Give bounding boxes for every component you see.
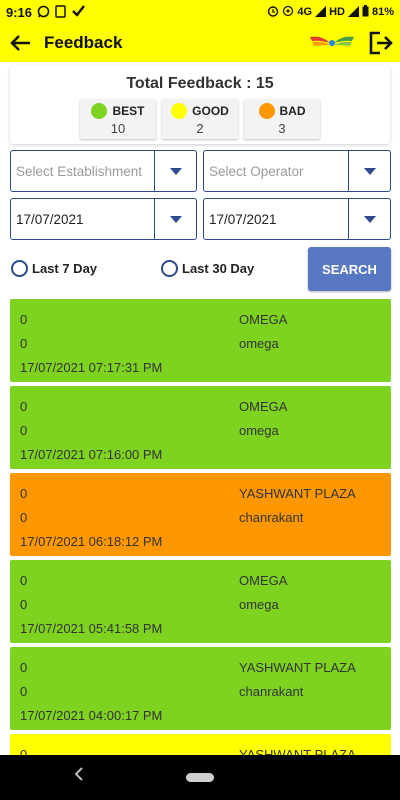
bad-dot-icon — [258, 103, 275, 119]
network-label: HD — [329, 6, 345, 18]
feedback-operator: omega — [239, 597, 279, 612]
feedback-establishment: YASHWANT PLAZA — [239, 660, 356, 675]
feedback-establishment: OMEGA — [239, 312, 288, 327]
signal-label: 4G — [297, 6, 313, 18]
logout-icon — [369, 31, 393, 55]
establishment-dropdown-button[interactable] — [154, 151, 196, 191]
from-date-text: 17/07/2021 — [16, 211, 84, 227]
count-value: 3 — [278, 121, 286, 136]
feedback-number: 0 — [20, 423, 28, 438]
count-value: 2 — [196, 121, 204, 136]
search-button[interactable]: SEARCH — [308, 247, 391, 291]
radio-last-7-label: Last 7 Day — [32, 261, 98, 276]
count-label: GOOD — [192, 104, 229, 118]
app-logo — [308, 31, 356, 55]
list-item[interactable]: 0 OMEGA 0 omega 17/07/2021 07:17:31 PM — [10, 299, 391, 382]
feedback-number: 0 — [20, 597, 28, 612]
signal-icon-2 — [347, 5, 359, 19]
feedback-timestamp: 17/07/2021 05:41:58 PM — [20, 621, 163, 636]
to-date-dropdown-button[interactable] — [348, 199, 390, 239]
page-title: Feedback — [44, 33, 123, 52]
radio-unchecked-icon — [161, 260, 178, 277]
feedback-operator: omega — [239, 336, 279, 351]
feedback-number: 0 — [20, 336, 28, 351]
feedback-establishment: OMEGA — [239, 399, 288, 414]
feedback-timestamp: 17/07/2021 06:18:12 PM — [20, 534, 163, 549]
establishment-select-text: Select Establishment — [16, 163, 143, 179]
nav-back-button[interactable] — [74, 767, 84, 786]
feedback-timestamp: 17/07/2021 07:16:00 PM — [20, 447, 163, 462]
list-item[interactable]: 0 YASHWANT PLAZA 0 chanrakant 17/07/2021… — [10, 647, 391, 730]
radio-unchecked-icon — [11, 260, 28, 277]
check-icon — [71, 4, 85, 20]
system-nav-bar — [0, 755, 400, 800]
list-item[interactable]: 0 YASHWANT PLAZA — [10, 734, 391, 755]
chevron-down-icon — [363, 167, 376, 175]
chevron-down-icon — [363, 215, 376, 223]
feedback-rating: 0 — [20, 399, 28, 414]
feedback-list[interactable]: 0 OMEGA 0 omega 17/07/2021 07:17:31 PM 0… — [10, 299, 391, 755]
arrow-left-icon — [10, 35, 30, 51]
alarm-icon — [267, 5, 279, 19]
count-bad: BAD 3 — [244, 99, 320, 139]
feedback-number: 0 — [20, 684, 28, 699]
count-value: 10 — [110, 121, 126, 136]
list-item[interactable]: 0 OMEGA 0 omega 17/07/2021 07:16:00 PM — [10, 386, 391, 469]
feedback-timestamp: 17/07/2021 04:00:17 PM — [20, 708, 163, 723]
feedback-number: 0 — [20, 510, 28, 525]
whatsapp-icon — [37, 5, 50, 20]
list-item[interactable]: 0 OMEGA 0 omega 17/07/2021 05:41:58 PM — [10, 560, 391, 643]
nav-home-button[interactable] — [186, 773, 214, 782]
radio-last-7-days[interactable]: Last 7 Day — [11, 260, 97, 277]
operator-select-text: Select Operator — [209, 163, 304, 179]
good-dot-icon — [171, 103, 188, 119]
feedback-rating: 0 — [20, 747, 28, 755]
rating-counts: BEST 10 GOOD 2 BAD 3 — [10, 99, 390, 139]
count-best: BEST 10 — [80, 99, 156, 139]
feedback-establishment: OMEGA — [239, 573, 288, 588]
notification-icon — [55, 4, 66, 20]
to-date-select[interactable]: 17/07/2021 — [203, 198, 391, 240]
status-bar: 9:16 4G HD 81% — [0, 0, 400, 24]
battery-label: 81% — [371, 6, 394, 18]
feedback-rating: 0 — [20, 573, 28, 588]
chevron-left-icon — [74, 767, 83, 781]
establishment-select[interactable]: Select Establishment — [10, 150, 197, 192]
feedback-rating: 0 — [20, 486, 28, 501]
count-good: GOOD 2 — [162, 99, 238, 139]
feedback-operator: chanrakant — [239, 510, 304, 525]
count-label: BAD — [279, 104, 306, 118]
feedback-establishment: YASHWANT PLAZA — [239, 486, 356, 501]
app-bar: Feedback — [0, 24, 400, 62]
feedback-establishment: YASHWANT PLAZA — [239, 747, 356, 755]
from-date-dropdown-button[interactable] — [154, 199, 196, 239]
radio-last-30-label: Last 30 Day — [182, 261, 255, 276]
hotspot-icon — [282, 5, 294, 19]
best-dot-icon — [91, 103, 108, 119]
logout-button[interactable] — [366, 29, 394, 57]
feedback-summary-card: Total Feedback : 15 BEST 10 GOOD 2 BAD 3 — [10, 66, 390, 144]
battery-icon — [362, 5, 369, 19]
chevron-down-icon — [169, 215, 182, 223]
feedback-rating: 0 — [20, 312, 28, 327]
chevron-down-icon — [169, 167, 182, 175]
operator-select[interactable]: Select Operator — [203, 150, 391, 192]
feedback-operator: omega — [239, 423, 279, 438]
feedback-timestamp: 17/07/2021 07:17:31 PM — [20, 360, 163, 375]
list-item[interactable]: 0 YASHWANT PLAZA 0 chanrakant 17/07/2021… — [10, 473, 391, 556]
to-date-text: 17/07/2021 — [209, 211, 277, 227]
from-date-select[interactable]: 17/07/2021 — [10, 198, 197, 240]
total-feedback-label: Total Feedback : 15 — [126, 75, 274, 92]
signal-icon — [315, 5, 327, 19]
operator-dropdown-button[interactable] — [348, 151, 390, 191]
status-time: 9:16 — [6, 4, 33, 20]
feedback-rating: 0 — [20, 660, 28, 675]
feedback-operator: chanrakant — [239, 684, 304, 699]
count-label: BEST — [112, 104, 145, 118]
radio-last-30-days[interactable]: Last 30 Day — [161, 260, 254, 277]
back-button[interactable] — [0, 24, 40, 62]
